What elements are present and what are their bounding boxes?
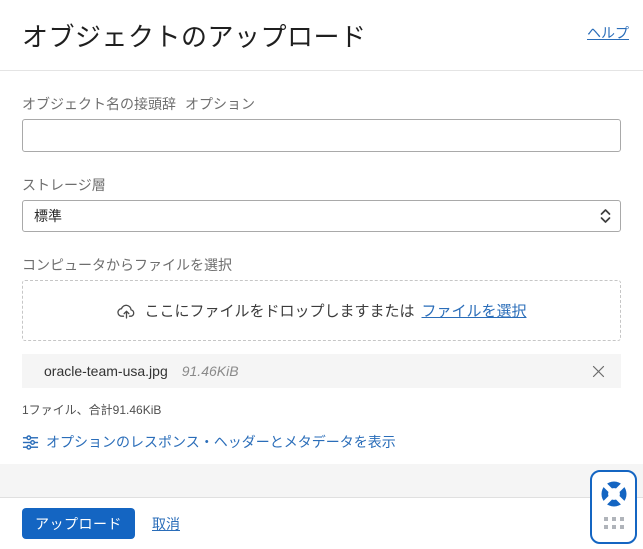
lifebuoy-icon: [601, 481, 626, 507]
select-updown-icon: [600, 209, 611, 223]
storage-tier-select[interactable]: 標準: [22, 200, 621, 232]
file-name: oracle-team-usa.jpg: [44, 363, 168, 379]
upload-objects-dialog: オブジェクトのアップロード ヘルプ オブジェクト名の接頭辞 オプション ストレージ…: [0, 0, 643, 549]
select-files-link[interactable]: ファイルを選択: [422, 300, 527, 321]
upload-button[interactable]: アップロード: [22, 508, 135, 539]
file-size: 91.46KiB: [181, 363, 239, 379]
cancel-link[interactable]: 取消: [152, 514, 180, 534]
dialog-footer: アップロード 取消: [0, 497, 643, 549]
drag-handle-dots[interactable]: [603, 517, 624, 529]
support-chat-widget[interactable]: [590, 470, 637, 544]
optional-hint: オプション: [185, 96, 255, 112]
remove-file-button[interactable]: [589, 362, 607, 380]
file-dropzone[interactable]: ここにファイルをドロップしますまたは ファイルを選択: [22, 280, 621, 341]
files-summary: 1ファイル、合計91.46KiB: [22, 403, 162, 417]
storage-tier-value: 標準: [34, 208, 62, 224]
dialog-header: オブジェクトのアップロード ヘルプ: [0, 0, 643, 71]
metadata-link-row[interactable]: オプションのレスポンス・ヘッダーとメタデータを表示: [22, 432, 621, 452]
show-metadata-link[interactable]: オプションのレスポンス・ヘッダーとメタデータを表示: [46, 432, 396, 452]
file-row: oracle-team-usa.jpg 91.46KiB: [22, 354, 621, 388]
dialog-filler: [0, 464, 643, 497]
page-title: オブジェクトのアップロード: [22, 21, 367, 52]
dialog-body: オブジェクト名の接頭辞 オプション ストレージ層 標準 コンピュータからファイルを…: [0, 71, 643, 464]
object-prefix-label: オブジェクト名の接頭辞 オプション: [22, 96, 255, 112]
dropzone-text: ここにファイルをドロップしますまたは: [144, 303, 415, 320]
object-prefix-input[interactable]: [22, 119, 621, 152]
storage-tier-label: ストレージ層: [22, 177, 106, 193]
help-link[interactable]: ヘルプ: [587, 23, 629, 43]
close-icon: [592, 365, 604, 377]
cloud-upload-icon: [117, 304, 135, 319]
file-select-label: コンピュータからファイルを選択: [22, 257, 232, 273]
sliders-icon: [22, 434, 39, 450]
